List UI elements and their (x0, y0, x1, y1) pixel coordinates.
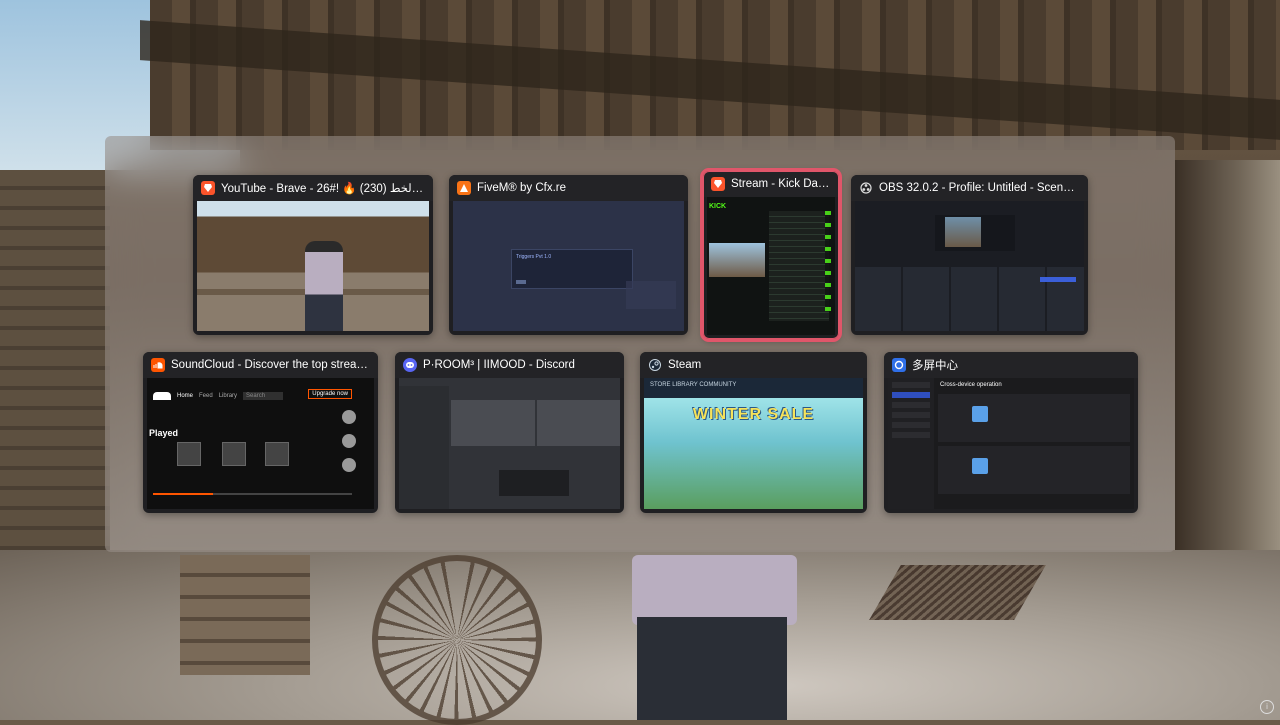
settings-sidebar (888, 378, 934, 509)
soundcloud-logo (153, 392, 171, 400)
brave-icon (711, 177, 725, 191)
soundcloud-icon (151, 358, 165, 372)
track-cover (265, 442, 289, 466)
activity-card (499, 470, 569, 496)
window-obs[interactable]: OBS 32.0.2 - Profile: Untitled - Scenes:… (851, 175, 1088, 335)
window-title: 多屏中心 (912, 360, 958, 372)
window-thumbnail (197, 201, 429, 331)
window-title: Stream - Kick Dashboard... (731, 178, 831, 190)
window-title: P·ROOM³ | IIMOOD - Discord (423, 359, 575, 371)
sidebar-row-selected (892, 392, 930, 398)
preview-image (945, 217, 981, 247)
start-streaming-button (1040, 277, 1076, 282)
window-titlebar: Steam (640, 352, 867, 378)
video-tile (451, 400, 535, 446)
multiscreen-icon (892, 358, 906, 372)
nav-feed: Feed (199, 393, 213, 399)
nav-library: Library (218, 393, 238, 399)
window-title: Steam (668, 359, 702, 371)
obs-icon (859, 181, 873, 195)
log-wall (0, 170, 110, 550)
stream-preview (709, 243, 765, 277)
progress-fill (153, 493, 213, 495)
person-figure (305, 241, 343, 331)
window-thumbnail (855, 201, 1084, 331)
window-thumbnail: STORE LIBRARY COMMUNITY WINTER SALE (644, 378, 863, 509)
artist-avatar (342, 434, 356, 448)
brave-icon (201, 181, 215, 195)
window-titlebar: YouTube - Brave - 26#! 🔥 دخلنا قرية اشبا… (193, 175, 433, 201)
task-switcher: YouTube - Brave - 26#! 🔥 دخلنا قرية اشبا… (105, 136, 1175, 552)
window-discord[interactable]: P·ROOM³ | IIMOOD - Discord (395, 352, 624, 513)
window-titlebar: OBS 32.0.2 - Profile: Untitled - Scenes:… (851, 175, 1088, 201)
wooden-stairs (180, 555, 310, 675)
window-soundcloud[interactable]: SoundCloud - Discover the top streamed m… (143, 352, 378, 513)
person (622, 555, 802, 720)
window-titlebar: Stream - Kick Dashboard... (703, 171, 839, 197)
sidebar-row (892, 412, 930, 418)
window-thumbnail (399, 378, 620, 509)
window-youtube-brave[interactable]: YouTube - Brave - 26#! 🔥 دخلنا قرية اشبا… (193, 175, 433, 335)
search-box: Search (243, 392, 284, 400)
played-heading: Played (149, 428, 179, 438)
device-icon (972, 458, 988, 474)
window-thumbnail: KICK (707, 197, 835, 335)
steam-nav: STORE LIBRARY COMMUNITY (650, 382, 737, 388)
window-title: YouTube - Brave - 26#! 🔥 دخلنا قرية اشبا… (221, 183, 425, 195)
window-multiscreen-center[interactable]: 多屏中心 Cross-device operation (884, 352, 1138, 513)
window-titlebar: SoundCloud - Discover the top streamed m… (143, 352, 378, 378)
nav-home: Home (177, 393, 194, 399)
track-cover (222, 442, 246, 466)
window-thumbnail: Triggers Pvt 1.0 (453, 201, 684, 331)
sidebar-row (892, 432, 930, 438)
video-tile (537, 400, 620, 446)
person-shirt (632, 555, 797, 625)
discord-icon (403, 358, 417, 372)
dialog-button (516, 280, 526, 284)
playback-progress (153, 493, 352, 495)
wagon-wheel (372, 555, 542, 725)
window-title: FiveM® by Cfx.re (477, 182, 566, 194)
window-titlebar: 多屏中心 (884, 352, 1138, 378)
chat-panel (769, 211, 829, 321)
window-title: SoundCloud - Discover the top streamed m… (171, 359, 370, 371)
window-titlebar: FiveM® by Cfx.re (449, 175, 688, 201)
device-icon (972, 406, 988, 422)
mod-dialog: Triggers Pvt 1.0 (511, 249, 633, 289)
steam-icon (648, 358, 662, 372)
obs-preview (935, 215, 1015, 251)
porch-post (1175, 160, 1280, 560)
sale-title: WINTER SALE (692, 406, 815, 423)
side-panel (626, 281, 676, 309)
window-title: OBS 32.0.2 - Profile: Untitled - Scenes:… (879, 182, 1080, 194)
kick-logo: KICK (709, 203, 727, 210)
window-thumbnail: Cross-device operation (888, 378, 1134, 509)
artist-avatar (342, 458, 356, 472)
window-thumbnail: Home Feed Library Search Upgrade now Pla… (147, 378, 374, 509)
artist-avatar (342, 410, 356, 424)
window-fivem[interactable]: FiveM® by Cfx.re Triggers Pvt 1.0 (449, 175, 688, 335)
window-titlebar: P·ROOM³ | IIMOOD - Discord (395, 352, 624, 378)
sidebar-row (892, 402, 930, 408)
person-jeans (637, 617, 787, 720)
device-card (938, 394, 1130, 442)
window-kick-dashboard[interactable]: Stream - Kick Dashboard... KICK (700, 168, 842, 342)
fivem-icon (457, 181, 471, 195)
section-heading: Cross-device operation (940, 382, 1002, 388)
info-icon[interactable]: i (1260, 700, 1274, 714)
sidebar-row (892, 422, 930, 428)
sidebar-row (892, 382, 930, 388)
window-steam[interactable]: Steam STORE LIBRARY COMMUNITY WINTER SAL… (640, 352, 867, 513)
track-cover (177, 442, 201, 466)
dialog-title: Triggers Pvt 1.0 (516, 254, 552, 260)
channel-list (399, 386, 449, 509)
device-card (938, 446, 1130, 494)
upgrade-button: Upgrade now (308, 389, 352, 399)
action-buttons (825, 211, 831, 311)
